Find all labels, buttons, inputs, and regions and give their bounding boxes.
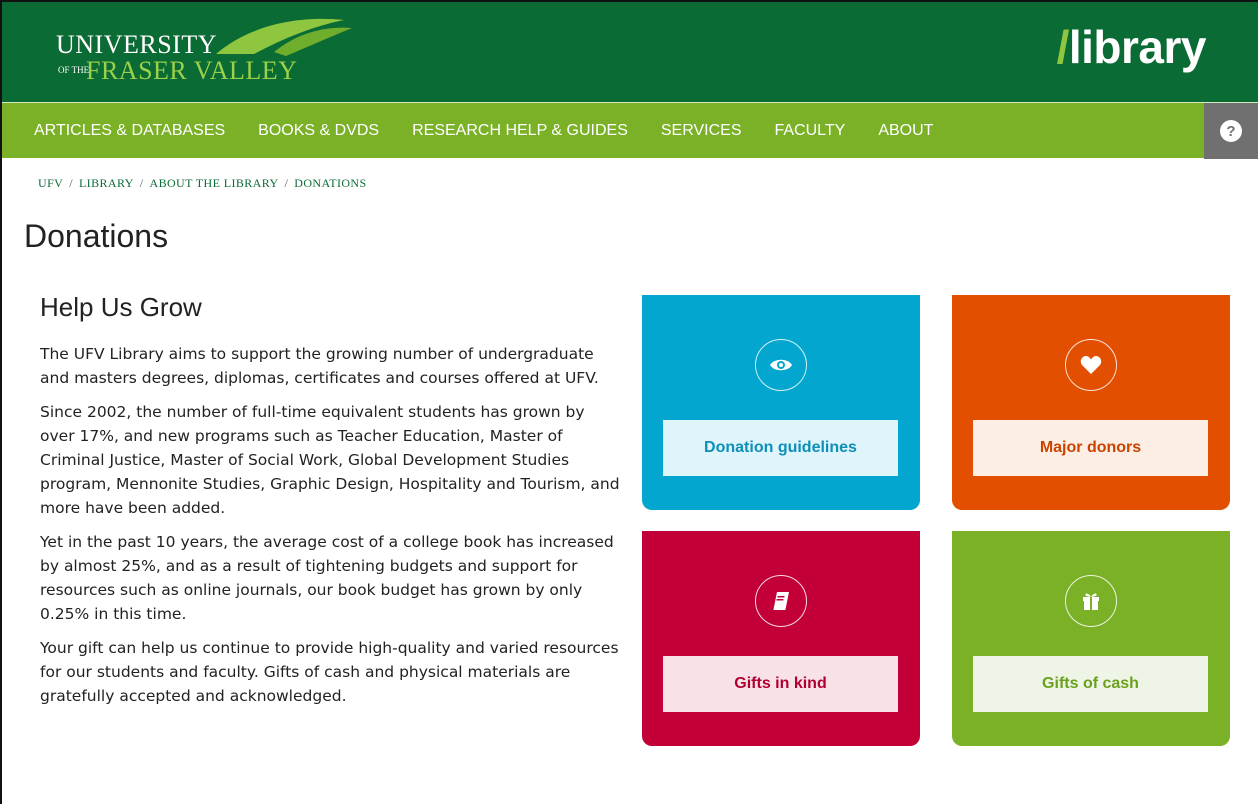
heart-icon (1079, 353, 1103, 377)
tile-label[interactable]: Gifts of cash (973, 656, 1208, 712)
breadcrumb-library[interactable]: LIBRARY (79, 176, 134, 190)
leaf-swoosh-icon (216, 18, 352, 56)
tile-major-donors[interactable]: Major donors (952, 295, 1230, 510)
nav-item-articles-databases[interactable]: ARTICLES & DATABASES (34, 122, 225, 140)
question-icon: ? (1220, 120, 1242, 142)
logo-fraser-valley-text: FRASER VALLEY (86, 56, 298, 85)
body-text: The UFV Library aims to support the grow… (40, 342, 620, 718)
icon-circle (755, 575, 807, 627)
tile-label[interactable]: Donation guidelines (663, 420, 898, 476)
tile-gifts-in-kind[interactable]: Gifts in kind (642, 531, 920, 746)
eye-icon (769, 353, 793, 377)
logo-ofthe-text: OF THE (58, 65, 90, 75)
paragraph: The UFV Library aims to support the grow… (40, 345, 599, 387)
tile-label[interactable]: Major donors (973, 420, 1208, 476)
site-header: UNIVERSITY OF THE FRASER VALLEY /library (2, 2, 1258, 102)
icon-circle (1065, 339, 1117, 391)
breadcrumb-ufv[interactable]: UFV (38, 176, 63, 190)
breadcrumb-donations[interactable]: DONATIONS (294, 176, 366, 190)
nav-item-about[interactable]: ABOUT (878, 122, 933, 140)
breadcrumb-separator: / (69, 176, 73, 190)
tile-label[interactable]: Gifts in kind (663, 656, 898, 712)
icon-circle (1065, 575, 1117, 627)
icon-circle (755, 339, 807, 391)
tile-gifts-of-cash[interactable]: Gifts of cash (952, 531, 1230, 746)
page-title: Donations (24, 218, 169, 254)
ufv-logo[interactable]: UNIVERSITY OF THE FRASER VALLEY (56, 12, 352, 94)
breadcrumb: UFV / LIBRARY / ABOUT THE LIBRARY / DONATIONS (38, 176, 367, 191)
book-icon (769, 589, 793, 613)
library-wordmark[interactable]: /library (1056, 20, 1207, 74)
breadcrumb-about[interactable]: ABOUT THE LIBRARY (150, 176, 279, 190)
help-button[interactable]: ? (1204, 103, 1258, 159)
main-nav: ARTICLES & DATABASES BOOKS & DVDS RESEAR… (2, 102, 1258, 159)
nav-item-research-help-guides[interactable]: RESEARCH HELP & GUIDES (412, 122, 628, 140)
section-title: Help Us Grow (40, 292, 202, 322)
library-word: library (1068, 21, 1207, 73)
paragraph: Your gift can help us continue to provid… (40, 639, 619, 705)
paragraph: Since 2002, the number of full-time equi… (40, 403, 620, 517)
library-slash: / (1056, 21, 1070, 73)
breadcrumb-separator: / (284, 176, 289, 190)
nav-item-services[interactable]: SERVICES (661, 122, 742, 140)
nav-item-faculty[interactable]: FACULTY (774, 122, 845, 140)
paragraph: Yet in the past 10 years, the average co… (40, 533, 614, 623)
breadcrumb-separator: / (139, 176, 144, 190)
tile-donation-guidelines[interactable]: Donation guidelines (642, 295, 920, 510)
nav-item-books-dvds[interactable]: BOOKS & DVDS (258, 122, 379, 140)
gift-icon (1079, 589, 1103, 613)
page-frame: UNIVERSITY OF THE FRASER VALLEY /library… (0, 0, 1258, 804)
